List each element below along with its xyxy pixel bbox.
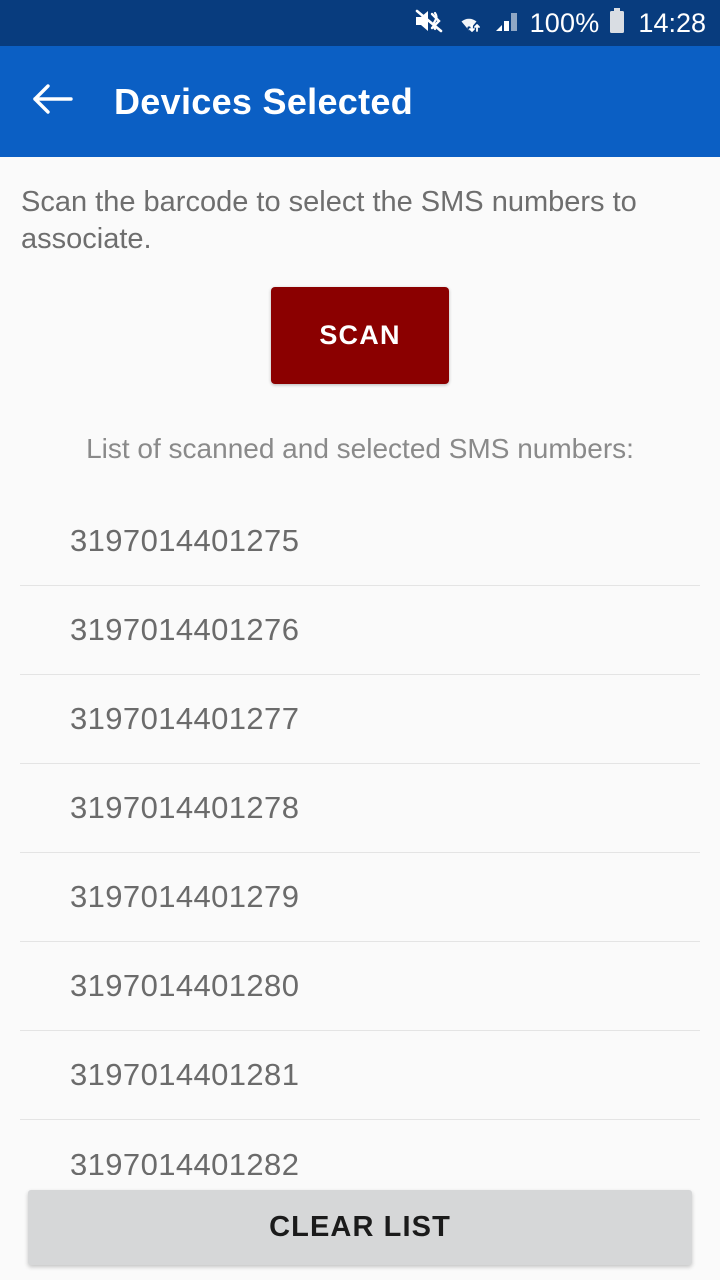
list-item[interactable]: 3197014401280 xyxy=(20,942,700,1032)
list-item[interactable]: 3197014401276 xyxy=(20,586,700,676)
list-item[interactable]: 3197014401278 xyxy=(20,764,700,854)
clock-label: 14:28 xyxy=(638,7,706,38)
app-bar: Devices Selected xyxy=(0,46,720,157)
mute-vibrate-icon xyxy=(414,8,444,39)
list-item[interactable]: 3197014401282 xyxy=(20,1120,700,1175)
signal-icon xyxy=(494,8,521,39)
scan-button[interactable]: SCAN xyxy=(271,287,449,385)
scan-button-container: SCAN xyxy=(0,287,720,385)
sms-number-label: 3197014401275 xyxy=(70,523,300,559)
status-icon-group: 100% 14:28 xyxy=(414,7,706,40)
list-item[interactable]: 3197014401275 xyxy=(20,497,700,587)
sms-number-label: 3197014401276 xyxy=(70,612,300,648)
app-screen: 100% 14:28 Devices Selected Scan the bar xyxy=(0,0,720,1280)
list-item[interactable]: 3197014401281 xyxy=(20,1031,700,1121)
status-bar: 100% 14:28 xyxy=(0,0,720,46)
back-arrow-icon xyxy=(30,81,74,122)
main-content: Scan the barcode to select the SMS numbe… xyxy=(0,157,720,1280)
list-item[interactable]: 3197014401279 xyxy=(20,853,700,943)
instructions-text: Scan the barcode to select the SMS numbe… xyxy=(21,186,637,256)
sms-number-label: 3197014401277 xyxy=(70,701,300,737)
page-title: Devices Selected xyxy=(114,80,413,122)
sms-number-label: 3197014401280 xyxy=(70,968,300,1004)
footer-bar: CLEAR LIST xyxy=(0,1175,720,1280)
battery-percent-label: 100% xyxy=(529,7,600,38)
list-heading: List of scanned and selected SMS numbers… xyxy=(86,433,634,465)
sms-number-label: 3197014401282 xyxy=(70,1146,300,1175)
back-button[interactable] xyxy=(0,46,104,157)
sms-number-label: 3197014401281 xyxy=(70,1057,300,1093)
sms-number-label: 3197014401278 xyxy=(70,790,300,826)
battery-icon xyxy=(608,7,626,40)
wifi-icon xyxy=(453,8,485,39)
list-item[interactable]: 3197014401277 xyxy=(20,675,700,765)
sms-number-label: 3197014401279 xyxy=(70,879,300,915)
sms-number-list: 3197014401275 3197014401276 319701440127… xyxy=(0,497,720,1175)
clear-list-button[interactable]: CLEAR LIST xyxy=(28,1190,692,1265)
